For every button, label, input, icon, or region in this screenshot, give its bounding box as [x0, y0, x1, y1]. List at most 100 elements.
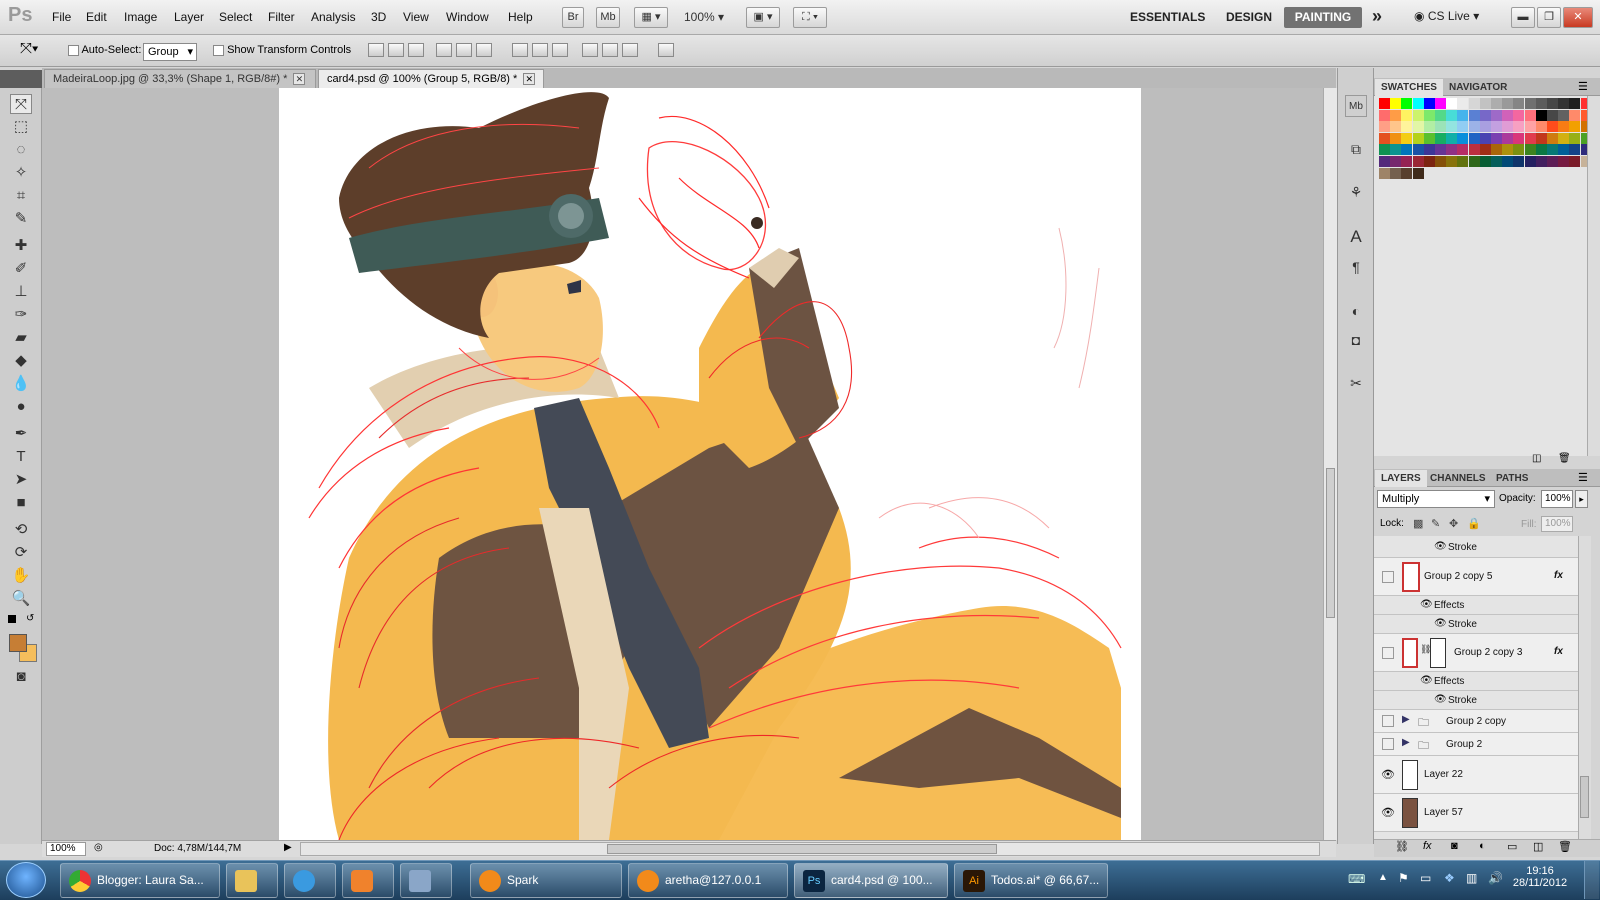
status-info-icon[interactable]: ◎ [94, 842, 103, 853]
layers-scrollbar[interactable] [1578, 536, 1591, 839]
lasso-tool-icon[interactable]: ◌ [10, 140, 32, 160]
swap-colors-icon[interactable]: ↺ [26, 613, 34, 624]
taskbar-aretha[interactable]: aretha@127.0.0.1 [628, 863, 788, 898]
taskbar-explorer[interactable] [226, 863, 278, 898]
color-swatch[interactable] [1412, 109, 1424, 121]
color-swatch[interactable] [1423, 132, 1435, 144]
type-tool-icon[interactable]: T [10, 447, 32, 467]
foreground-color-swatch[interactable] [9, 634, 27, 652]
color-swatch[interactable] [1491, 156, 1502, 167]
color-swatch[interactable] [1558, 121, 1570, 133]
distribute-vcenter-icon[interactable] [532, 43, 548, 57]
delete-layer-icon[interactable]: 🗑 [1558, 840, 1572, 853]
layer-effects[interactable]: 👁 Effects [1374, 596, 1578, 615]
color-swatch[interactable] [1479, 121, 1491, 133]
color-swatch[interactable] [1390, 121, 1402, 133]
shape-tool-icon[interactable]: ■ [10, 493, 32, 513]
color-swatch[interactable] [1446, 121, 1458, 133]
color-swatch[interactable] [1524, 121, 1536, 133]
distribute-right-icon[interactable] [622, 43, 638, 57]
adjustment-layer-icon[interactable]: ◐ [1479, 840, 1486, 852]
zoom-tool-icon[interactable]: 🔍 [10, 589, 32, 609]
color-swatch[interactable] [1412, 121, 1424, 133]
color-swatch[interactable] [1491, 121, 1502, 133]
color-swatch[interactable] [1502, 156, 1514, 167]
color-swatch[interactable] [1547, 144, 1558, 156]
layers-list[interactable]: 👁 Stroke Group 2 copy 5 fx 👁 Effects 👁 Strok… [1374, 536, 1578, 839]
arrange-documents-button[interactable]: ▣ ▾ [746, 7, 780, 28]
color-swatch[interactable] [1468, 121, 1480, 133]
masks-panel-icon[interactable]: ◘ [1345, 329, 1367, 351]
color-swatch[interactable] [1547, 156, 1558, 167]
color-swatch[interactable] [1535, 98, 1547, 109]
color-swatch[interactable] [1547, 121, 1558, 133]
distribute-left-icon[interactable] [582, 43, 598, 57]
color-swatch[interactable] [1547, 109, 1558, 121]
auto-select-checkbox[interactable]: Auto-Select: [68, 44, 141, 56]
color-swatch[interactable] [1412, 167, 1424, 179]
taskbar-chrome[interactable]: Blogger: Laura Sa... [60, 863, 220, 898]
color-swatch[interactable] [1379, 109, 1390, 121]
layer-group-row[interactable]: ▶ 🗀 Group 2 [1374, 733, 1578, 756]
layers-scroll-thumb[interactable] [1580, 776, 1589, 818]
color-swatch[interactable] [1390, 156, 1402, 167]
default-colors-icon[interactable] [8, 615, 16, 623]
clock[interactable]: 19:16 28/11/2012 [1510, 865, 1570, 889]
color-swatch[interactable] [1524, 156, 1536, 167]
close-button[interactable]: ✕ [1563, 7, 1593, 28]
workspace-painting[interactable]: PAINTING [1284, 7, 1362, 28]
menu-file[interactable]: File [52, 10, 71, 24]
canvas-vertical-scrollbar[interactable] [1323, 88, 1337, 840]
fx-icon[interactable]: fx [1554, 570, 1563, 581]
color-swatch[interactable] [1423, 121, 1435, 133]
panel-menu-icon[interactable]: ☰ [1578, 80, 1588, 93]
align-bottom-icon[interactable] [408, 43, 424, 57]
color-swatch[interactable] [1457, 98, 1469, 109]
tab-channels[interactable]: CHANNELS [1424, 470, 1492, 487]
color-swatch[interactable] [1524, 109, 1536, 121]
move-tool-preset-icon[interactable]: ⤧▾ [20, 40, 38, 57]
tool-presets-panel-icon[interactable]: ✂ [1345, 372, 1367, 394]
distribute-hcenter-icon[interactable] [602, 43, 618, 57]
marquee-tool-icon[interactable]: ⬚ [10, 117, 32, 137]
expand-arrow-icon[interactable]: ▶ [1402, 714, 1410, 725]
color-swatch[interactable] [1502, 109, 1514, 121]
color-swatch[interactable] [1558, 156, 1570, 167]
layer-row[interactable]: Group 2 copy 5 fx [1374, 558, 1578, 596]
color-swatch[interactable] [1535, 156, 1547, 167]
distribute-bottom-icon[interactable] [552, 43, 568, 57]
layer-row[interactable]: 👁 Layer 22 [1374, 756, 1578, 794]
horizontal-scroll-thumb[interactable] [607, 844, 997, 854]
more-workspaces-icon[interactable]: » [1372, 6, 1382, 27]
color-swatch[interactable] [1479, 144, 1491, 156]
restore-button[interactable]: ❐ [1537, 7, 1561, 28]
color-swatch[interactable] [1457, 156, 1469, 167]
hand-tool-icon[interactable]: ✋ [10, 566, 32, 586]
view-extras-button[interactable]: ▦ ▾ [634, 7, 668, 28]
taskbar-network[interactable] [400, 863, 452, 898]
action-center-icon[interactable]: ⚑ [1398, 871, 1409, 885]
color-swatch[interactable] [1401, 167, 1413, 179]
menu-view[interactable]: View [403, 10, 429, 24]
color-swatch[interactable] [1569, 156, 1581, 167]
healing-brush-tool-icon[interactable]: ✚ [10, 236, 32, 256]
delete-swatch-icon[interactable]: 🗑 [1558, 453, 1571, 464]
tab-madeiraloop[interactable]: MadeiraLoop.jpg @ 33,3% (Shape 1, RGB/8#… [44, 69, 316, 88]
fx-icon[interactable]: fx [1554, 646, 1563, 657]
color-swatch[interactable] [1390, 98, 1402, 109]
auto-align-icon[interactable] [658, 43, 674, 57]
eye-icon[interactable]: 👁 [1434, 618, 1447, 629]
color-swatch[interactable] [1446, 109, 1458, 121]
3d-rotate-tool-icon[interactable]: ⟲ [10, 520, 32, 540]
color-swatch[interactable] [1401, 121, 1413, 133]
lock-transparent-icon[interactable]: ▩ [1413, 517, 1423, 530]
fill-field[interactable]: 100% [1541, 516, 1573, 532]
visibility-toggle[interactable] [1382, 715, 1394, 727]
color-swatch[interactable] [1423, 109, 1435, 121]
color-swatch[interactable] [1513, 121, 1525, 133]
color-swatch[interactable] [1468, 98, 1480, 109]
distribute-top-icon[interactable] [512, 43, 528, 57]
panel-menu-icon[interactable]: ☰ [1578, 471, 1588, 484]
eyedropper-tool-icon[interactable]: ✎ [10, 209, 32, 229]
menu-edit[interactable]: Edit [86, 10, 107, 24]
